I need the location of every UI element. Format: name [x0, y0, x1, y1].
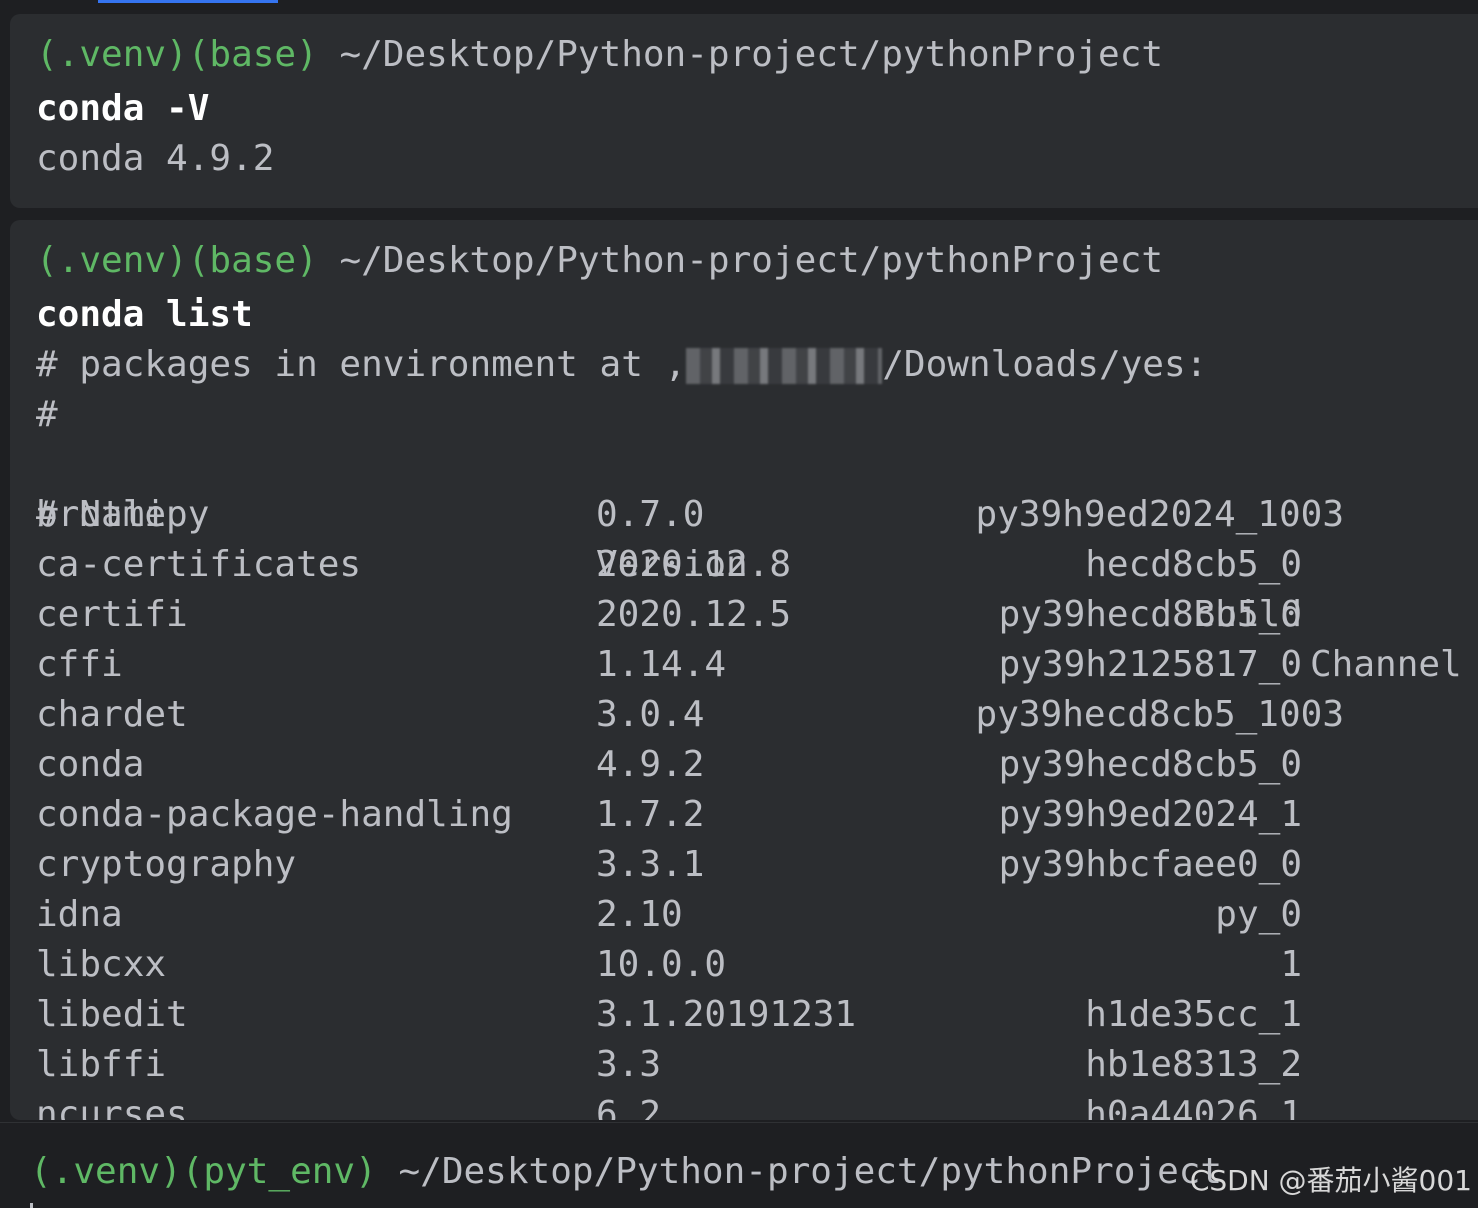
working-directory: ~/Desktop/Python-project/pythonProject [398, 1151, 1223, 1192]
environment-header-prefix: # packages in environment at , [36, 344, 687, 385]
package-name: cryptography [36, 844, 297, 885]
package-build: py39hbcfaee0_0 [998, 844, 1302, 885]
prompt-line: (.venv)(base) ~/Desktop/Python-project/p… [36, 236, 1163, 286]
package-version: 2020.12.8 [596, 544, 792, 585]
package-name: libcxx [36, 944, 167, 985]
table-row: chardet 3.0.4 py39hecd8cb5_1003 [36, 690, 1476, 740]
input-prompt-area[interactable]: (.venv)(pyt_env) ~/Desktop/Python-projec… [0, 1122, 1478, 1208]
package-version: 1.14.4 [596, 644, 727, 685]
conda-env-label: (base) [187, 34, 318, 75]
table-row: cffi 1.14.4 py39h2125817_0 [36, 640, 1476, 690]
package-name: libffi [36, 1044, 167, 1085]
package-build: py39h9ed2024_1003 [975, 494, 1344, 535]
package-version: 6.2 [596, 1094, 662, 1120]
table-row: ca-certificates 2020.12.8 hecd8cb5_0 [36, 540, 1476, 590]
table-row: idna 2.10 py_0 [36, 890, 1476, 940]
venv-label: (.venv) [36, 240, 188, 281]
table-header: # Name Version Build Channel [36, 440, 1476, 685]
package-name: chardet [36, 694, 188, 735]
package-name: conda-package-handling [36, 794, 513, 835]
package-name: ncurses [36, 1094, 188, 1120]
package-build: hb1e8313_2 [1085, 1044, 1302, 1085]
current-prompt: (.venv)(pyt_env) ~/Desktop/Python-projec… [30, 1147, 1222, 1197]
table-row: certifi 2020.12.5 py39hecd8cb5_0 [36, 590, 1476, 640]
package-version: 3.0.4 [596, 694, 705, 735]
table-row: libffi 3.3 hb1e8313_2 [36, 1040, 1476, 1090]
package-name: idna [36, 894, 123, 935]
package-version: 10.0.0 [596, 944, 727, 985]
package-name: libedit [36, 994, 188, 1035]
package-name: brotlipy [36, 494, 210, 535]
package-build: py39h9ed2024_1 [998, 794, 1302, 835]
package-version: 2020.12.5 [596, 594, 792, 635]
package-version: 3.3 [596, 1044, 662, 1085]
package-build: py39hecd8cb5_0 [998, 744, 1302, 785]
package-version: 3.1.20191231 [596, 994, 857, 1035]
table-row: brotlipy 0.7.0 py39h9ed2024_1003 [36, 490, 1476, 540]
environment-header-suffix: /Downloads/yes: [882, 344, 1208, 385]
package-version: 4.9.2 [596, 744, 705, 785]
comment-line: # [36, 394, 58, 435]
terminal-window[interactable]: (.venv)(base) ~/Desktop/Python-project/p… [0, 0, 1478, 1208]
package-name: conda [36, 744, 145, 785]
package-version: 2.10 [596, 894, 683, 935]
active-tab-indicator [98, 0, 278, 3]
redacted-path [686, 348, 883, 384]
package-version: 1.7.2 [596, 794, 705, 835]
venv-label: (.venv) [30, 1151, 182, 1192]
table-row: conda-package-handling 1.7.2 py39h9ed2024_… [36, 790, 1476, 840]
conda-env-label: (base) [187, 240, 318, 281]
environment-header: # packages in environment at , /Downloads… [36, 340, 1207, 390]
package-version: 0.7.0 [596, 494, 705, 535]
venv-label: (.venv) [36, 34, 188, 75]
command-block-conda-version[interactable]: (.venv)(base) ~/Desktop/Python-project/p… [10, 14, 1478, 208]
package-name: ca-certificates [36, 544, 362, 585]
command-block-conda-list[interactable]: (.venv)(base) ~/Desktop/Python-project/p… [10, 220, 1478, 1120]
package-build: py39hecd8cb5_1003 [975, 694, 1344, 735]
package-build: 1 [1280, 944, 1302, 985]
package-build: h1de35cc_1 [1085, 994, 1302, 1035]
table-row: conda 4.9.2 py39hecd8cb5_0 [36, 740, 1476, 790]
prompt-line: (.venv)(base) ~/Desktop/Python-project/p… [36, 30, 1163, 80]
command-text: conda list [36, 294, 253, 335]
package-build: h0a44026_1 [1085, 1094, 1302, 1120]
package-build: py_0 [1215, 894, 1302, 935]
package-version: 3.3.1 [596, 844, 705, 885]
command-output: conda 4.9.2 [36, 138, 275, 179]
working-directory: ~/Desktop/Python-project/pythonProject [339, 34, 1164, 75]
table-row: libcxx 10.0.0 1 [36, 940, 1476, 990]
watermark: CSDN @番茄小酱001 [1189, 1164, 1472, 1197]
table-row: cryptography 3.3.1 py39hbcfaee0_0 [36, 840, 1476, 890]
table-row: libedit 3.1.20191231 h1de35cc_1 [36, 990, 1476, 1040]
package-build: hecd8cb5_0 [1085, 544, 1302, 585]
package-name: cffi [36, 644, 123, 685]
table-row: ncurses 6.2 h0a44026_1 [36, 1090, 1476, 1120]
working-directory: ~/Desktop/Python-project/pythonProject [339, 240, 1164, 281]
package-build: py39hecd8cb5_0 [998, 594, 1302, 635]
package-build: py39h2125817_0 [998, 644, 1302, 685]
conda-env-label: (pyt_env) [181, 1151, 377, 1192]
package-name: certifi [36, 594, 188, 635]
command-text: conda -V [36, 88, 210, 129]
text-cursor [30, 1203, 33, 1208]
